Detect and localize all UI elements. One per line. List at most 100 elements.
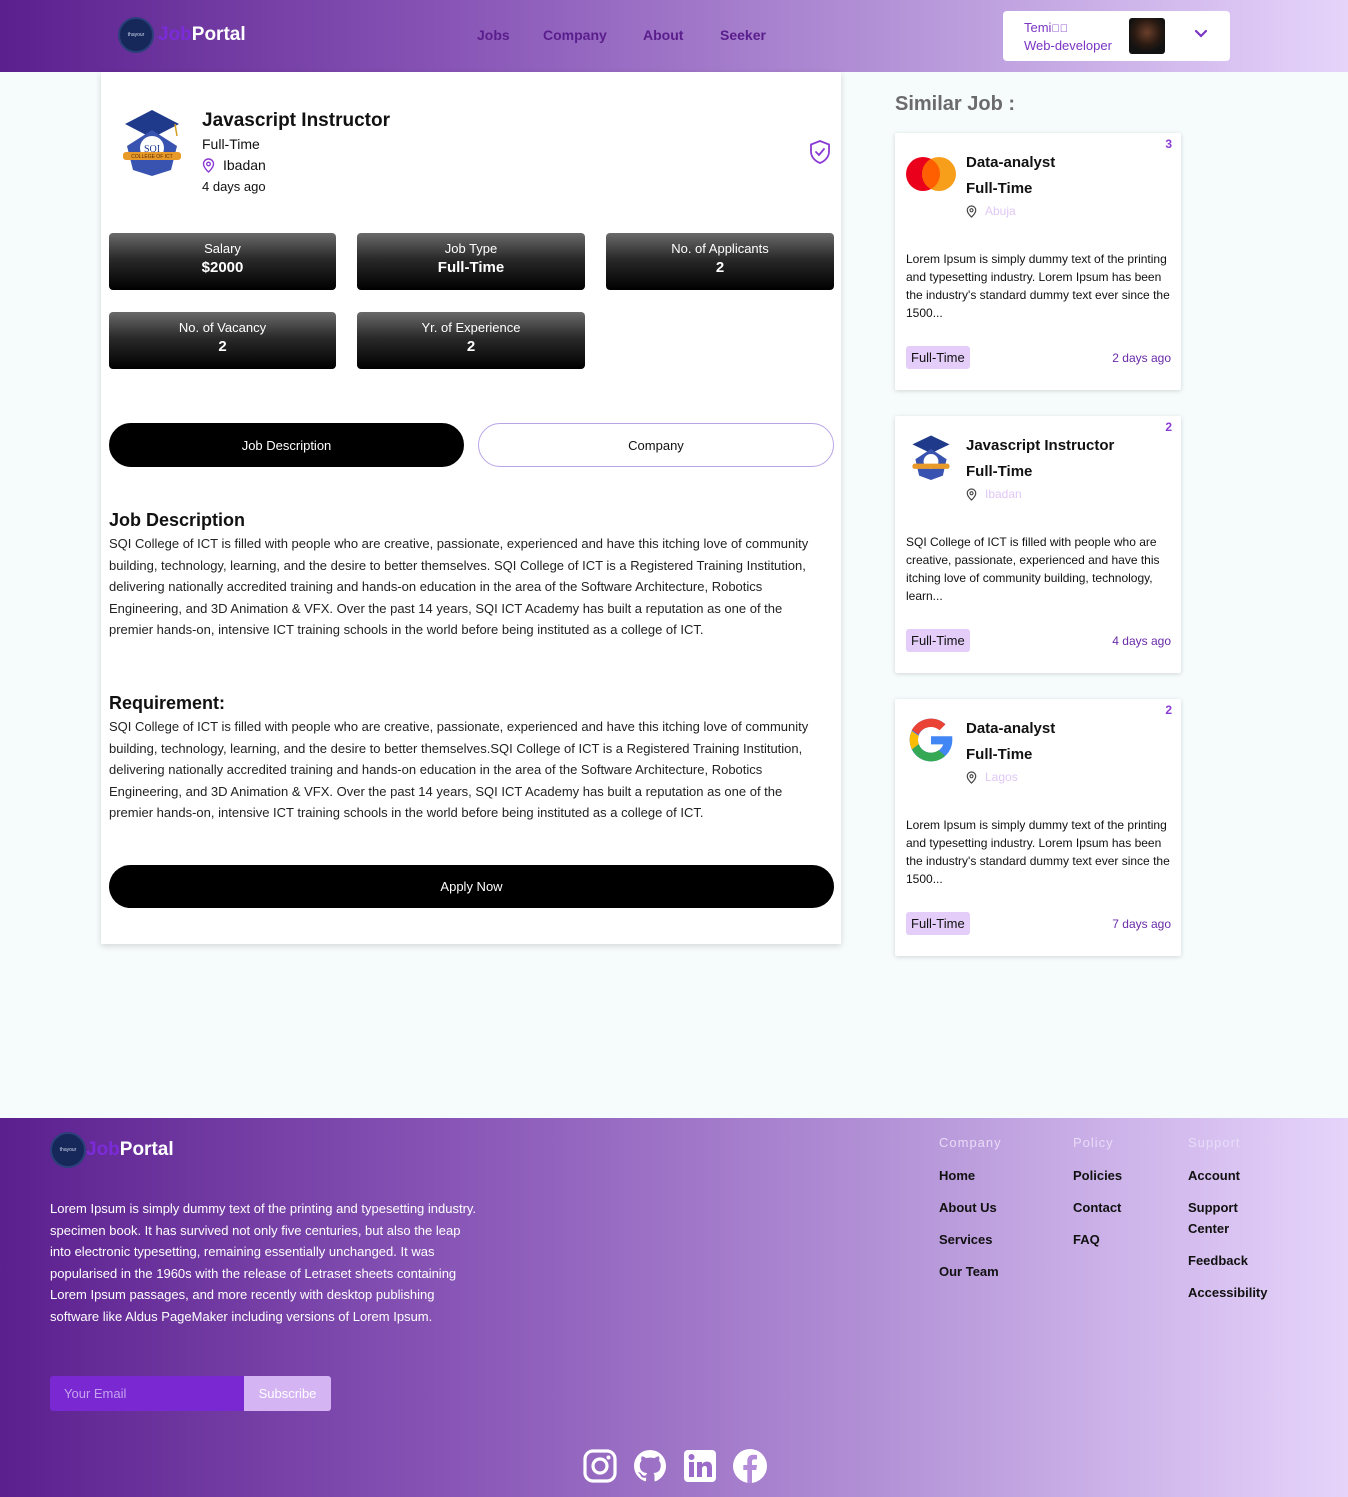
footer-column-heading: Company [939, 1135, 1002, 1150]
requirement-heading: Requirement: [109, 693, 226, 713]
main-nav: Jobs Company About Seeker [477, 27, 780, 43]
location-pin-icon [966, 770, 977, 784]
logo-job-text: Job [86, 1139, 120, 1160]
stat-label: Yr. of Experience [421, 320, 521, 335]
stat-label: No. of Applicants [671, 241, 769, 256]
job-description-text: SQI College of ICT is filled with people… [109, 536, 809, 637]
user-menu[interactable]: Temi✓⃝ Web-developer [1003, 11, 1230, 61]
footer-link-accessibility[interactable]: Accessibility [1188, 1282, 1288, 1303]
similar-job-description: Lorem Ipsum is simply dummy text of the … [906, 252, 1170, 320]
similar-job-location: Lagos [966, 770, 1018, 784]
similar-job-type: Full-Time [966, 746, 1033, 763]
stat-salary: Salary $2000 [109, 233, 336, 290]
job-posted-date: 4 days ago [202, 179, 266, 194]
footer-link-our-team[interactable]: Our Team [939, 1261, 1002, 1282]
footer-column-heading: Support [1188, 1135, 1241, 1150]
mastercard-logo [906, 157, 956, 191]
footer-link-feedback[interactable]: Feedback [1188, 1250, 1288, 1271]
similar-job-location: Abuja [966, 204, 1016, 218]
location-pin-icon [966, 204, 977, 218]
social-links [582, 1448, 768, 1484]
footer-link-services[interactable]: Services [939, 1229, 1002, 1250]
job-detail-card: SQI COLLEGE OF ICT Javascript Instructor… [101, 72, 841, 944]
footer-column-heading: Policy [1073, 1135, 1114, 1150]
stat-label: Job Type [444, 241, 498, 256]
footer-column-policy: Policy Policies Contact FAQ [1073, 1135, 1122, 1261]
stat-label: No. of Vacancy [178, 320, 267, 335]
similar-job-count: 2 [1165, 420, 1172, 434]
footer-link-faq[interactable]: FAQ [1073, 1229, 1122, 1250]
newsletter-email-input[interactable] [50, 1376, 244, 1411]
similar-job-posted: 4 days ago [1112, 634, 1171, 648]
brand-logo[interactable]: thayour Job Portal [118, 17, 246, 53]
requirement-text: SQI College of ICT is filled with people… [109, 719, 809, 820]
similar-job-type-badge: Full-Time [906, 629, 970, 652]
sqi-logo: SQI COLLEGE OF ICT [123, 110, 181, 176]
footer-link-contact[interactable]: Contact [1073, 1197, 1122, 1218]
similar-job-count: 2 [1165, 703, 1172, 717]
stat-value: 2 [218, 338, 227, 355]
job-description-heading: Job Description [109, 510, 246, 530]
footer-link-policies[interactable]: Policies [1073, 1165, 1122, 1186]
similar-job-posted: 2 days ago [1112, 351, 1171, 365]
job-location: Ibadan [202, 157, 266, 173]
stat-value: 2 [715, 259, 725, 276]
footer-column-support: Support Account Support Center Feedback … [1188, 1135, 1288, 1314]
logo-portal-text: Portal [191, 24, 246, 45]
logo-portal-text: Portal [119, 1139, 174, 1160]
similar-job-description: Lorem Ipsum is simply dummy text of the … [906, 818, 1170, 886]
subscribe-button[interactable]: Subscribe [244, 1376, 331, 1411]
footer-description: Lorem Ipsum is simply dummy text of the … [50, 1201, 477, 1324]
instagram-icon[interactable] [582, 1448, 618, 1484]
job-title: Javascript Instructor [202, 110, 390, 131]
tab-company[interactable]: Company [478, 423, 834, 467]
footer-column-company: Company Home About Us Services Our Team [939, 1135, 1002, 1293]
sqi-logo [912, 435, 950, 481]
nav-seeker[interactable]: Seeker [720, 27, 780, 43]
similar-job-location-text: Abuja [985, 204, 1016, 218]
user-name: Temi [1024, 20, 1052, 35]
similar-job-title: Javascript Instructor [966, 437, 1115, 454]
tab-job-description[interactable]: Job Description [109, 423, 464, 467]
avatar [1129, 18, 1165, 54]
stat-value: $2000 [201, 259, 244, 276]
similar-jobs-heading: Similar Job : [895, 93, 1016, 115]
similar-job-type: Full-Time [966, 180, 1033, 197]
verified-shield-icon[interactable] [808, 139, 832, 165]
footer-link-about-us[interactable]: About Us [939, 1197, 1002, 1218]
similar-job-location-text: Ibadan [985, 487, 1022, 501]
chevron-down-icon[interactable] [1193, 26, 1209, 42]
apply-now-button[interactable]: Apply Now [109, 865, 834, 908]
similar-job-card[interactable]: 2 Data-analyst Full-Time Lagos Lorem Ips… [895, 699, 1181, 956]
similar-job-location: Ibadan [966, 487, 1022, 501]
google-logo [909, 718, 953, 762]
similar-job-card[interactable]: 3 Data-analyst Full-Time Abuja Lorem Ips… [895, 133, 1181, 390]
footer-link-account[interactable]: Account [1188, 1165, 1288, 1186]
stat-job-type: Job Type Full-Time [357, 233, 585, 290]
similar-job-location-text: Lagos [985, 770, 1018, 784]
nav-jobs[interactable]: Jobs [477, 27, 543, 43]
facebook-icon[interactable] [732, 1448, 768, 1484]
logo-mark: thayour [118, 17, 154, 53]
stat-applicants: No. of Applicants 2 [606, 233, 834, 290]
similar-job-card[interactable]: 2 Javascript Instructor Full-Time Ibadan… [895, 416, 1181, 673]
similar-job-title: Data-analyst [966, 154, 1056, 171]
similar-job-posted: 7 days ago [1112, 917, 1171, 931]
stat-value: Full-Time [437, 259, 505, 276]
nav-about[interactable]: About [643, 27, 720, 43]
logo-mark: thayour [50, 1132, 86, 1168]
footer-link-support-center[interactable]: Support Center [1188, 1197, 1258, 1239]
footer-link-home[interactable]: Home [939, 1165, 1002, 1186]
sqi-logo-ribbon: COLLEGE OF ICT [131, 154, 172, 160]
stat-experience: Yr. of Experience 2 [357, 312, 585, 369]
github-icon[interactable] [632, 1448, 668, 1484]
similar-job-description: SQI College of ICT is filled with people… [906, 535, 1160, 603]
nav-company[interactable]: Company [543, 27, 643, 43]
similar-job-type: Full-Time [966, 463, 1033, 480]
location-pin-icon [966, 487, 977, 501]
location-pin-icon [202, 157, 215, 173]
user-name-row: Temi✓⃝ [1024, 20, 1068, 35]
footer-brand-logo[interactable]: thayour Job Portal [50, 1132, 174, 1168]
logo-job-text: Job [158, 24, 192, 45]
linkedin-icon[interactable] [682, 1448, 718, 1484]
